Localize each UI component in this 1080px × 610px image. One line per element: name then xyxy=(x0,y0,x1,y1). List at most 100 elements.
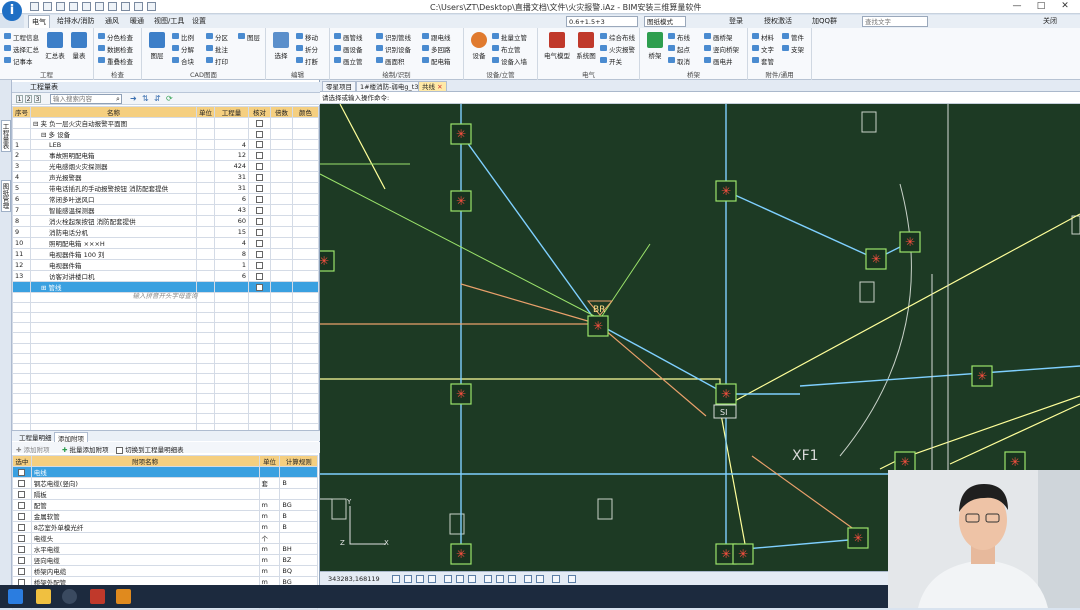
block-button[interactable]: 合块 xyxy=(172,56,194,66)
verify-checkbox[interactable] xyxy=(256,217,263,225)
fire-alarm-button[interactable]: 火灾报警 xyxy=(600,44,635,54)
verify-checkbox[interactable] xyxy=(256,195,263,203)
fitting-button[interactable]: 管件 xyxy=(782,32,804,42)
smoke-detector-symbol[interactable]: ✳ xyxy=(450,123,472,145)
attachment-row[interactable]: 桥架内电缆 m BQ xyxy=(12,565,318,577)
draw-pipe-button[interactable]: 画管线 xyxy=(334,32,363,42)
smoke-detector-symbol[interactable]: ✳ xyxy=(732,543,754,565)
start-icon[interactable] xyxy=(8,589,23,604)
layer-toggle-icon[interactable] xyxy=(524,575,532,583)
verify-checkbox[interactable] xyxy=(256,173,263,181)
multi-loop-button[interactable]: 多回路 xyxy=(422,44,451,54)
device-button[interactable]: 设备 xyxy=(468,32,490,66)
smoke-detector-symbol[interactable]: ✳ xyxy=(715,383,737,405)
color-check-button[interactable]: 分色检查 xyxy=(98,32,133,42)
close-button[interactable]: ✕ xyxy=(1058,1,1072,12)
overlap-check-button[interactable]: 重叠检查 xyxy=(98,56,133,66)
attachment-row[interactable]: 配管 m BG xyxy=(12,499,318,511)
command-line[interactable]: 请选择或输入操作命令: xyxy=(320,92,1080,104)
layer-big-button[interactable]: 图层 xyxy=(146,32,168,66)
verify-checkbox[interactable] xyxy=(256,162,263,170)
recognize-device-button[interactable]: 识别设备 xyxy=(376,44,411,54)
smoke-detector-symbol[interactable]: ✳ xyxy=(320,250,335,272)
tab-quantity-detail[interactable]: 工程量明细 xyxy=(16,432,55,442)
break-button[interactable]: 打断 xyxy=(296,56,318,66)
split-button[interactable]: 折分 xyxy=(296,44,318,54)
verify-checkbox[interactable] xyxy=(256,239,263,247)
verify-checkbox[interactable] xyxy=(256,261,263,269)
search-text-input[interactable]: 查找文字 xyxy=(862,16,928,27)
refresh-icon[interactable]: ⟳ xyxy=(166,94,173,103)
column-header[interactable]: 颜色 xyxy=(292,106,319,118)
draw-shaft-button[interactable]: 画电井 xyxy=(704,56,733,66)
new-file-icon[interactable] xyxy=(30,2,39,11)
switch-button[interactable]: 开关 xyxy=(600,56,622,66)
column-header[interactable]: 单位 xyxy=(196,106,215,118)
table-row[interactable]: ⊟ 多 设备 xyxy=(12,128,319,140)
search-icon[interactable]: ⌕ xyxy=(116,95,120,104)
draw-area-button[interactable]: 画面积 xyxy=(376,56,405,66)
menu-ventilation[interactable]: 通风 xyxy=(102,15,122,28)
verify-checkbox[interactable] xyxy=(256,272,263,280)
color-toggle-icon[interactable] xyxy=(536,575,544,583)
table-row[interactable]: 1 LEB 4 xyxy=(12,138,319,151)
select-checkbox[interactable] xyxy=(18,523,26,531)
smoke-detector-symbol[interactable]: ✳ xyxy=(1004,451,1026,473)
scale-button[interactable]: 比例 xyxy=(172,32,194,42)
select-checkbox[interactable] xyxy=(18,479,26,487)
table-row[interactable]: 2 事故照明配电箱 12 xyxy=(12,149,319,162)
table-row[interactable]: 4 声光报警器 31 xyxy=(12,171,319,184)
close-doc-button[interactable]: 关闭 xyxy=(1040,15,1060,28)
column-header[interactable]: 工程量 xyxy=(214,106,249,118)
start-point-button[interactable]: 起点 xyxy=(668,44,690,54)
select-checkbox[interactable] xyxy=(18,534,26,542)
integrated-wiring-button[interactable]: 综合布线 xyxy=(600,32,635,42)
select-checkbox[interactable] xyxy=(18,490,26,498)
table-row[interactable]: 5 带电话插孔的手动报警按钮 消防配套提供 31 xyxy=(12,182,319,195)
tab-shared-line[interactable]: 共线 ✕ xyxy=(418,81,447,92)
view-3d-icon[interactable] xyxy=(552,575,560,583)
undo-icon[interactable] xyxy=(134,2,143,11)
login-button[interactable]: 登录 xyxy=(726,15,746,28)
verify-checkbox[interactable] xyxy=(256,184,263,192)
license-button[interactable]: 授权激活 xyxy=(761,15,795,28)
expand-icon[interactable]: ⇅ xyxy=(142,94,149,103)
smoke-detector-symbol[interactable]: ✳ xyxy=(715,180,737,202)
vertical-tray-button[interactable]: 竖向桥架 xyxy=(704,44,739,54)
verify-checkbox[interactable] xyxy=(256,130,263,138)
add-attachment-button[interactable]: ✚ 添加附项 xyxy=(16,444,50,454)
table-row[interactable]: 13 访客对讲楼口机 6 xyxy=(12,270,319,283)
material-button[interactable]: 材料 xyxy=(752,32,774,42)
zoom-in-icon[interactable] xyxy=(484,575,492,583)
level-1-button[interactable]: 1 xyxy=(16,95,23,103)
device-into-wall-button[interactable]: 设备入墙 xyxy=(492,56,527,66)
copy-icon[interactable] xyxy=(95,2,104,11)
pan-icon[interactable] xyxy=(508,575,516,583)
select-checkbox[interactable] xyxy=(18,567,26,575)
verify-checkbox[interactable] xyxy=(256,228,263,236)
snap-icon[interactable] xyxy=(392,575,400,583)
data-check-button[interactable]: 数据检查 xyxy=(98,44,133,54)
track-icon[interactable] xyxy=(456,575,464,583)
menu-settings[interactable]: 设置 xyxy=(189,15,209,28)
verify-checkbox[interactable] xyxy=(256,206,263,214)
switch-detail-checkbox[interactable]: 切换到工程量明细表 xyxy=(116,444,184,454)
verify-checkbox[interactable] xyxy=(256,250,263,258)
smoke-detector-symbol[interactable]: ✳ xyxy=(894,451,916,473)
table-row[interactable]: 3 光电感烟火灾探测器 424 xyxy=(12,160,319,173)
polar-icon[interactable] xyxy=(428,575,436,583)
verify-checkbox[interactable] xyxy=(256,141,263,149)
batch-add-attachment-button[interactable]: ✚ 批量添加附项 xyxy=(62,444,109,454)
redo-icon[interactable] xyxy=(147,2,156,11)
table-row[interactable]: 8 消火栓起泵按钮 消防配套提供 60 xyxy=(12,215,319,228)
osnap-icon[interactable] xyxy=(444,575,452,583)
table-row[interactable]: 12 电视器件箱 1 xyxy=(12,259,319,272)
smoke-detector-symbol[interactable]: ✳ xyxy=(450,543,472,565)
select-checkbox[interactable] xyxy=(18,556,26,564)
pdf-app-icon[interactable] xyxy=(116,589,131,604)
minimize-button[interactable]: — xyxy=(1010,1,1024,12)
smoke-detector-symbol[interactable]: ✳ xyxy=(450,190,472,212)
draw-riser-button[interactable]: 画立管 xyxy=(334,56,363,66)
select-checkbox[interactable] xyxy=(18,468,26,476)
delete-icon[interactable] xyxy=(121,2,130,11)
